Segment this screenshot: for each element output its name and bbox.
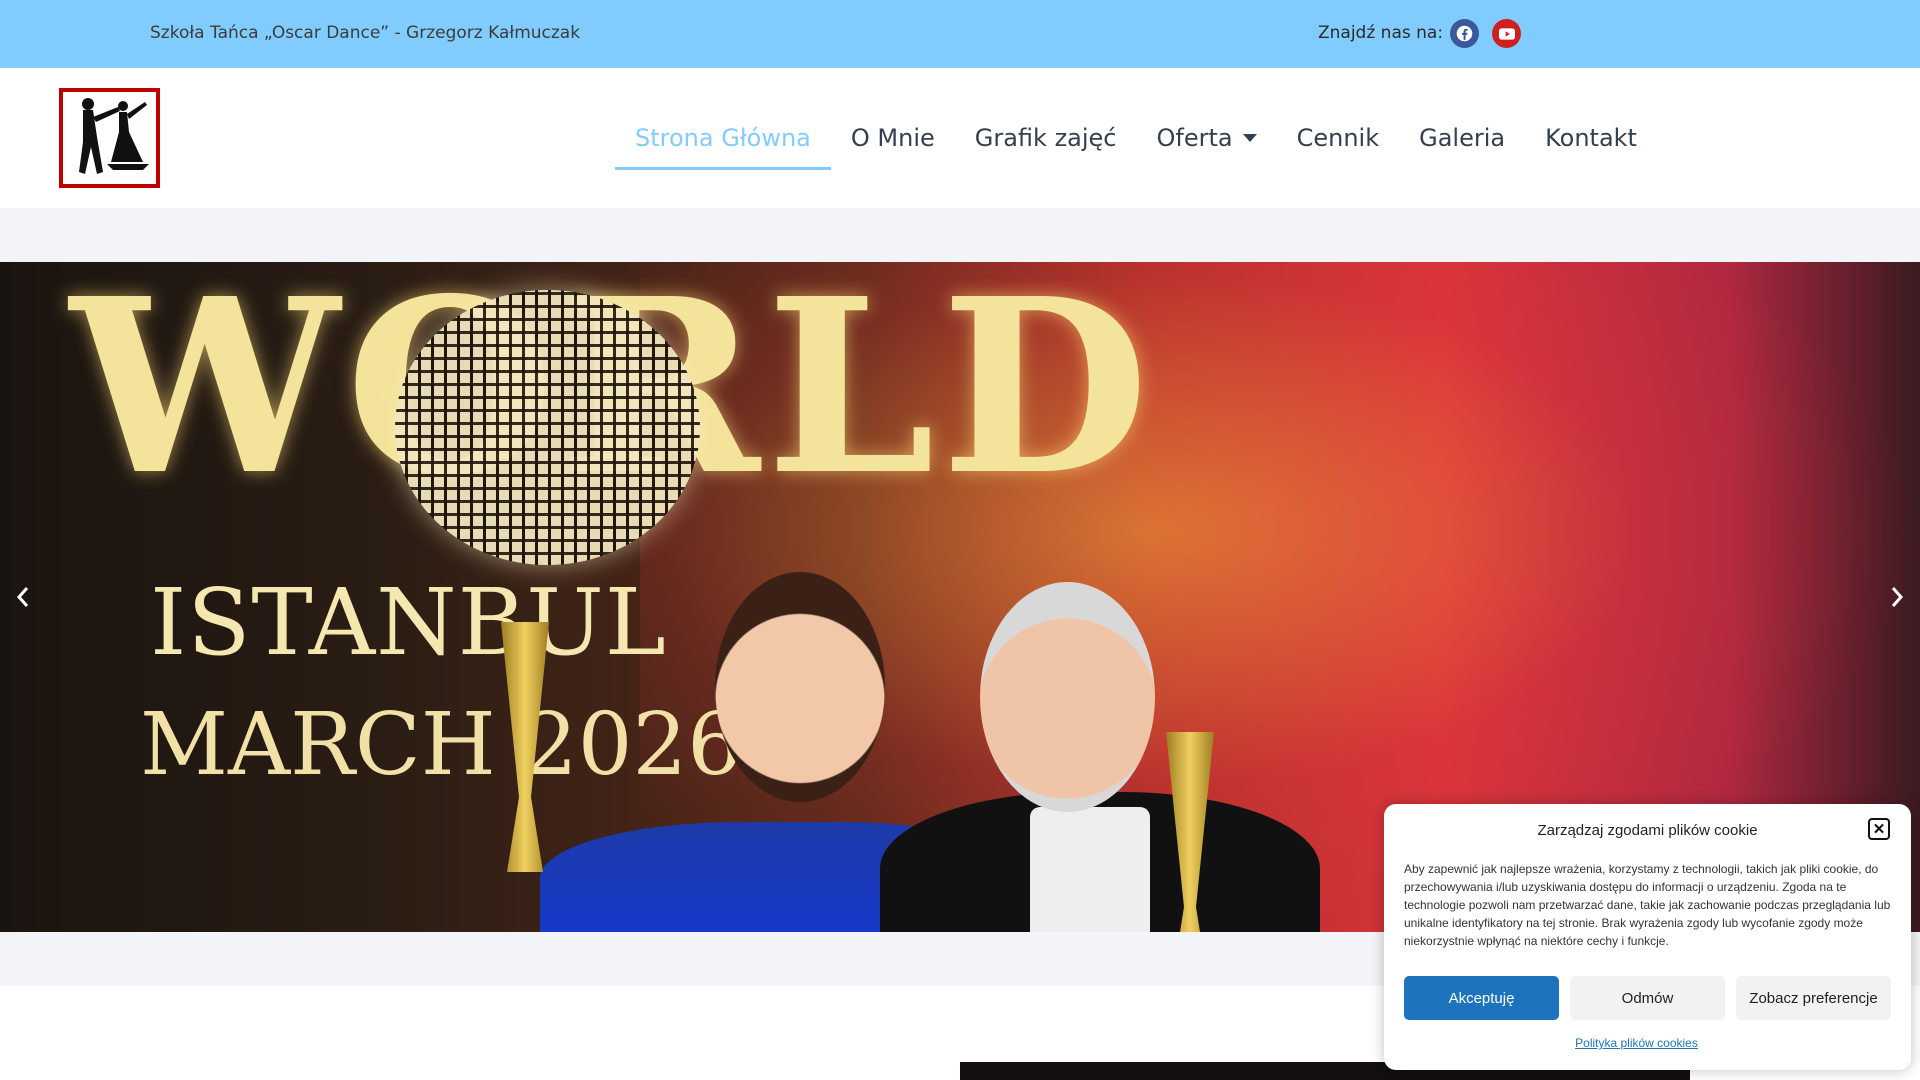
deny-button[interactable]: Odmów	[1570, 976, 1725, 1020]
nav-item-contact[interactable]: Kontakt	[1525, 108, 1657, 168]
nav-label: Oferta	[1156, 124, 1233, 152]
man-portrait	[980, 582, 1155, 812]
cookie-description: Aby zapewnić jak najlepsze wrażenia, kor…	[1404, 862, 1891, 948]
nav-label: Kontakt	[1545, 124, 1637, 152]
nav-label: Cennik	[1296, 124, 1380, 152]
logo[interactable]	[59, 88, 160, 188]
cookie-policy-link[interactable]: Polityka plików cookies	[1384, 1036, 1889, 1050]
slider-next-button[interactable]	[1882, 580, 1912, 614]
preferences-button[interactable]: Zobacz preferencje	[1736, 976, 1891, 1020]
disco-ball-icon	[395, 290, 700, 565]
nav-item-schedule[interactable]: Grafik zajęć	[955, 108, 1137, 168]
close-icon[interactable]: ✕	[1868, 818, 1890, 840]
nav-item-home[interactable]: Strona Główna	[615, 108, 831, 170]
top-bar: Szkoła Tańca „Oscar Dance” - Grzegorz Ka…	[0, 0, 1920, 68]
site-header: Strona Główna O Mnie Grafik zajęć Oferta…	[0, 68, 1920, 208]
chevron-right-icon	[1891, 587, 1904, 607]
woman-portrait	[715, 572, 885, 802]
accept-button[interactable]: Akceptuję	[1404, 976, 1559, 1020]
nav-label: Grafik zajęć	[974, 124, 1117, 152]
slider-prev-button[interactable]	[8, 580, 38, 614]
nav-label: Strona Główna	[635, 124, 811, 152]
nav-item-about[interactable]: O Mnie	[831, 108, 955, 168]
caret-down-icon	[1242, 134, 1257, 142]
cookie-consent-dialog: Zarządzaj zgodami plików cookie ✕ Aby za…	[1384, 804, 1911, 1070]
nav-item-offer[interactable]: Oferta	[1137, 108, 1277, 168]
facebook-icon[interactable]	[1450, 19, 1479, 48]
slide-date: MARCH 2026	[140, 695, 742, 795]
find-us-label: Znajdź nas na:	[1318, 23, 1444, 43]
nav-item-pricing[interactable]: Cennik	[1277, 108, 1400, 168]
chevron-left-icon	[16, 587, 29, 607]
nav-label: Galeria	[1419, 124, 1506, 152]
youtube-icon[interactable]	[1492, 19, 1521, 48]
nav-item-gallery[interactable]: Galeria	[1399, 108, 1525, 168]
man-shirt	[1030, 807, 1150, 932]
slide-location: ISTANBUL	[150, 569, 667, 676]
nav-label: O Mnie	[850, 124, 935, 152]
dancers-logo-icon	[79, 98, 149, 174]
cookie-title: Zarządzaj zgodami plików cookie	[1537, 822, 1758, 839]
main-nav: Strona Główna O Mnie Grafik zajęć Oferta…	[615, 68, 1657, 208]
school-name: Szkoła Tańca „Oscar Dance” - Grzegorz Ka…	[150, 23, 581, 43]
